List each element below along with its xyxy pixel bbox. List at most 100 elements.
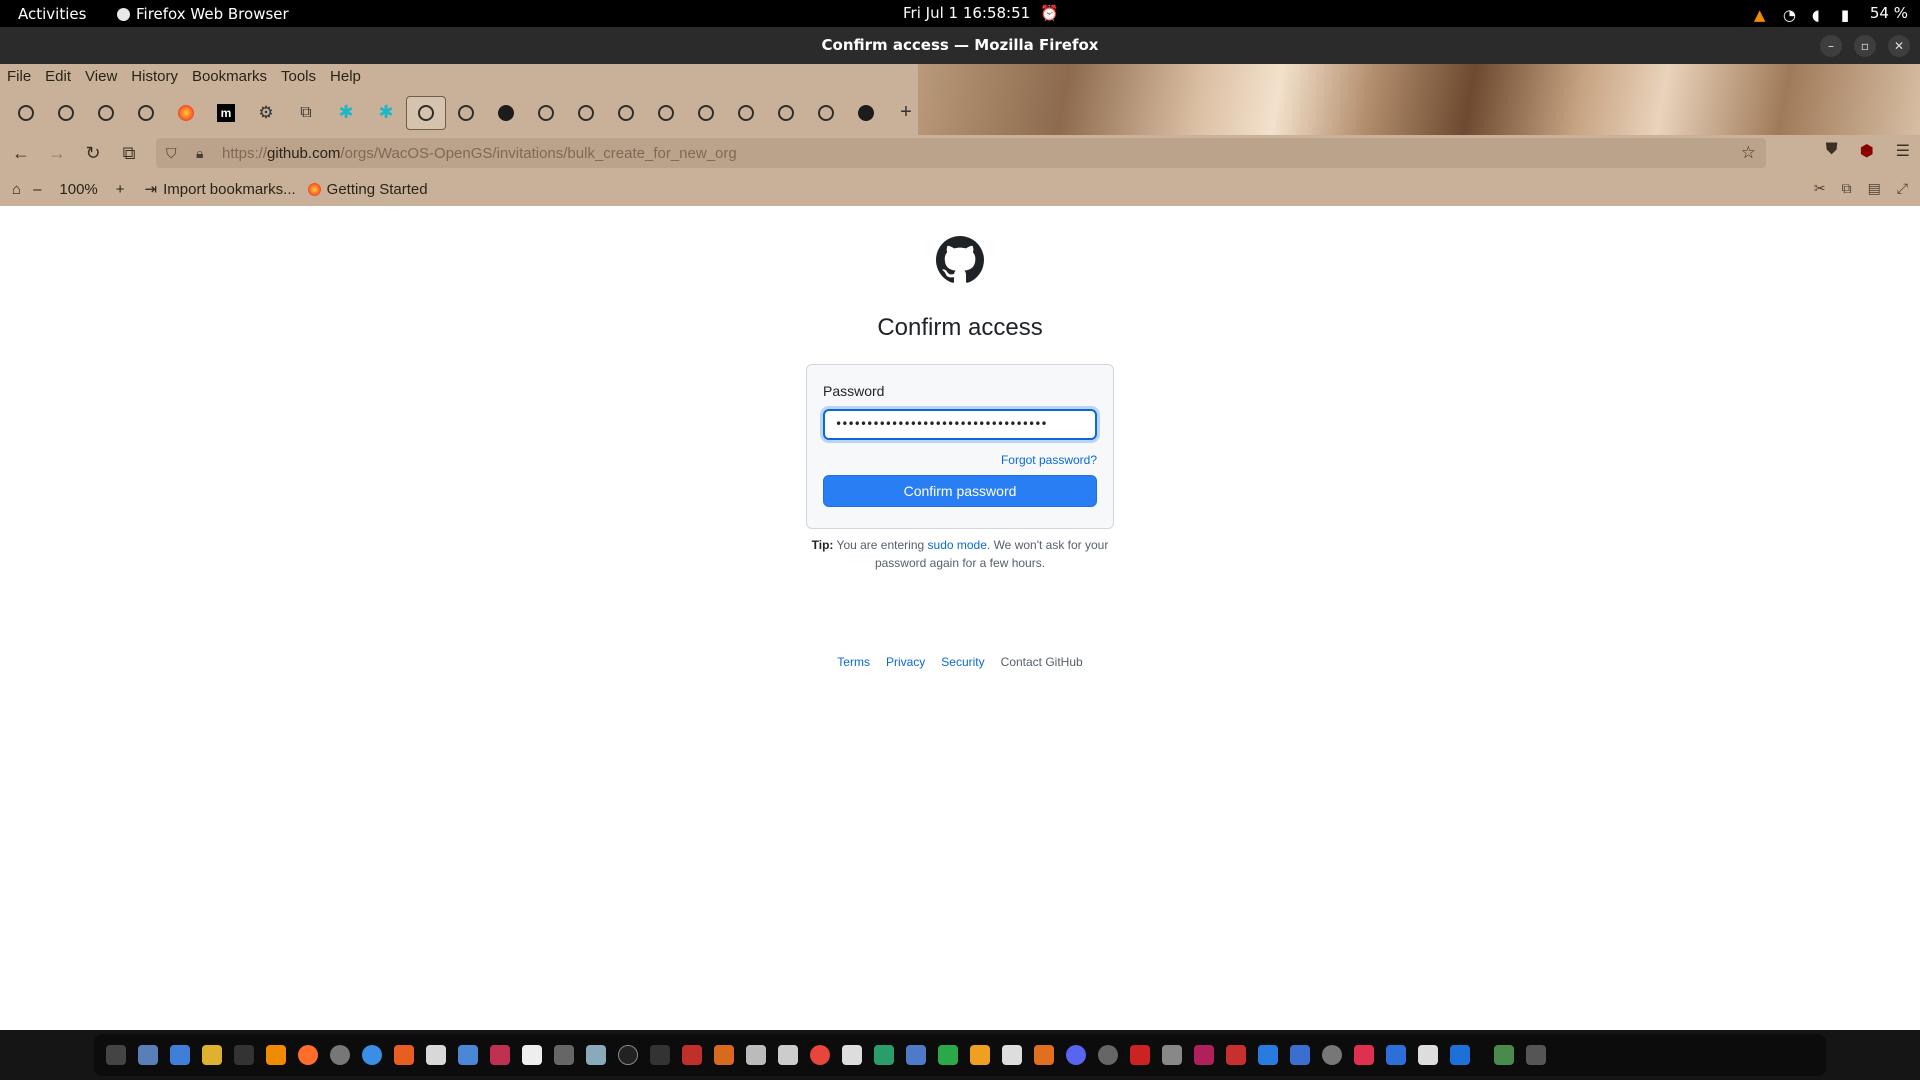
url-bar[interactable]: ⛉ 🔒︎ https://github.com/orgs/WacOS-OpenG… [156, 138, 1766, 168]
game-icon[interactable] [714, 1045, 734, 1065]
password-input[interactable]: •••••••••••••••••••••••••••••••••• [823, 409, 1097, 440]
pinned-tab[interactable] [166, 96, 206, 130]
files-icon[interactable] [138, 1045, 158, 1065]
software-icon[interactable] [394, 1045, 414, 1065]
app-icon[interactable] [1130, 1045, 1150, 1065]
copy-icon[interactable]: ⧉ [1842, 180, 1852, 197]
spreadsheet-icon[interactable] [938, 1045, 958, 1065]
zoom-out-button[interactable]: – [33, 181, 41, 198]
app-icon[interactable] [1226, 1045, 1246, 1065]
app-icon[interactable] [1418, 1045, 1438, 1065]
text-editor-icon[interactable] [426, 1045, 446, 1065]
notes-icon[interactable] [746, 1045, 766, 1065]
zoom-in-button[interactable]: + [116, 181, 125, 198]
firefox-icon[interactable] [298, 1045, 318, 1065]
pinned-tab[interactable] [126, 96, 166, 130]
ublock-icon[interactable]: ⬢ [1860, 141, 1874, 161]
screenshot-icon[interactable] [458, 1045, 478, 1065]
forward-button[interactable]: → [42, 139, 72, 169]
new-tab-button[interactable]: + [886, 96, 926, 130]
sudo-mode-link[interactable]: sudo mode [928, 538, 987, 552]
pocket-icon[interactable]: ⛊ [1826, 141, 1838, 161]
menu-view[interactable]: View [78, 64, 124, 90]
app-icon[interactable] [874, 1045, 894, 1065]
pinned-tab[interactable] [806, 96, 846, 130]
pinned-tab[interactable] [846, 96, 886, 130]
pinned-tab[interactable] [46, 96, 86, 130]
viewer-icon[interactable] [778, 1045, 798, 1065]
help-icon[interactable] [362, 1045, 382, 1065]
menu-help[interactable]: Help [323, 64, 368, 90]
chrome-icon[interactable] [810, 1045, 830, 1065]
cut-icon[interactable]: ✂ [1814, 180, 1826, 197]
app-icon[interactable] [1194, 1045, 1214, 1065]
clock[interactable]: Fri Jul 1 16:58:51 ⏰ [903, 4, 1059, 22]
terminal-icon[interactable] [106, 1045, 126, 1065]
pinned-tab[interactable] [766, 96, 806, 130]
zoom-level[interactable]: 100% [59, 181, 97, 198]
extension-button[interactable]: ⧉ [114, 139, 144, 169]
app-icon[interactable] [1002, 1045, 1022, 1065]
footer-contact-link[interactable]: Contact GitHub [1001, 655, 1083, 669]
pinned-tab[interactable]: ⚙ [246, 96, 286, 130]
discord-icon[interactable] [1066, 1045, 1086, 1065]
footer-terms-link[interactable]: Terms [837, 655, 870, 669]
app-menu[interactable]: Firefox Web Browser [117, 5, 289, 23]
menu-edit[interactable]: Edit [38, 64, 78, 90]
bookmark-getting-started[interactable]: Getting Started [307, 181, 428, 198]
vlc-icon[interactable] [266, 1045, 286, 1065]
paste-icon[interactable]: ▤ [1868, 180, 1881, 197]
maximize-button[interactable]: ▫ [1854, 35, 1876, 57]
confirm-password-button[interactable]: Confirm password [823, 475, 1097, 507]
system-tray[interactable]: ▲ ◔ ◖ ▮ 54 % [1754, 4, 1908, 24]
menu-tools[interactable]: Tools [274, 64, 323, 90]
pinned-tab[interactable]: ✱ [326, 96, 366, 130]
pinned-tab[interactable]: ⧉ [286, 96, 326, 130]
show-apps-icon[interactable] [1526, 1045, 1546, 1065]
pinned-tab[interactable] [486, 96, 526, 130]
pinned-tab[interactable] [446, 96, 486, 130]
disk-icon[interactable] [330, 1045, 350, 1065]
import-bookmarks[interactable]: ⇥ Import bookmarks... [145, 180, 296, 199]
presentation-icon[interactable] [1034, 1045, 1054, 1065]
app-icon[interactable] [842, 1045, 862, 1065]
pinned-tab[interactable] [686, 96, 726, 130]
docs-icon[interactable] [170, 1045, 190, 1065]
pinned-tab[interactable] [86, 96, 126, 130]
home-icon[interactable]: ⌂ [12, 181, 21, 198]
bookmark-star-icon[interactable]: ☆ [1741, 143, 1756, 163]
app-icon[interactable] [970, 1045, 990, 1065]
app-icon[interactable] [1098, 1045, 1118, 1065]
obs-icon[interactable] [618, 1045, 638, 1065]
app-icon[interactable] [1162, 1045, 1182, 1065]
pinned-tab[interactable] [566, 96, 606, 130]
menu-bookmarks[interactable]: Bookmarks [185, 64, 274, 90]
footer-privacy-link[interactable]: Privacy [886, 655, 925, 669]
pinned-tab[interactable] [6, 96, 46, 130]
hat-icon[interactable] [682, 1045, 702, 1065]
minimize-button[interactable]: – [1820, 35, 1842, 57]
app-icon[interactable] [1354, 1045, 1374, 1065]
app-icon[interactable] [554, 1045, 574, 1065]
app-icon[interactable] [1258, 1045, 1278, 1065]
trash-icon[interactable] [1494, 1045, 1514, 1065]
pinned-tab[interactable]: ✱ [366, 96, 406, 130]
back-button[interactable]: ← [6, 139, 36, 169]
pinned-tab[interactable] [646, 96, 686, 130]
app-icon[interactable] [1322, 1045, 1342, 1065]
forgot-password-link[interactable]: Forgot password? [1001, 453, 1097, 467]
camera-icon[interactable] [906, 1045, 926, 1065]
close-button[interactable]: ✕ [1888, 35, 1910, 57]
pinned-tab[interactable]: m [206, 96, 246, 130]
pinned-tab[interactable] [726, 96, 766, 130]
pinned-tab[interactable] [606, 96, 646, 130]
monitor-icon[interactable] [490, 1045, 510, 1065]
reload-button[interactable]: ↻ [78, 139, 108, 169]
hamburger-menu-icon[interactable]: ☰ [1896, 141, 1910, 161]
active-tab[interactable] [406, 95, 446, 130]
menu-file[interactable]: File [0, 64, 38, 90]
inkscape-icon[interactable] [650, 1045, 670, 1065]
cube-icon[interactable] [586, 1045, 606, 1065]
app-icon[interactable] [1290, 1045, 1310, 1065]
document-icon[interactable] [522, 1045, 542, 1065]
